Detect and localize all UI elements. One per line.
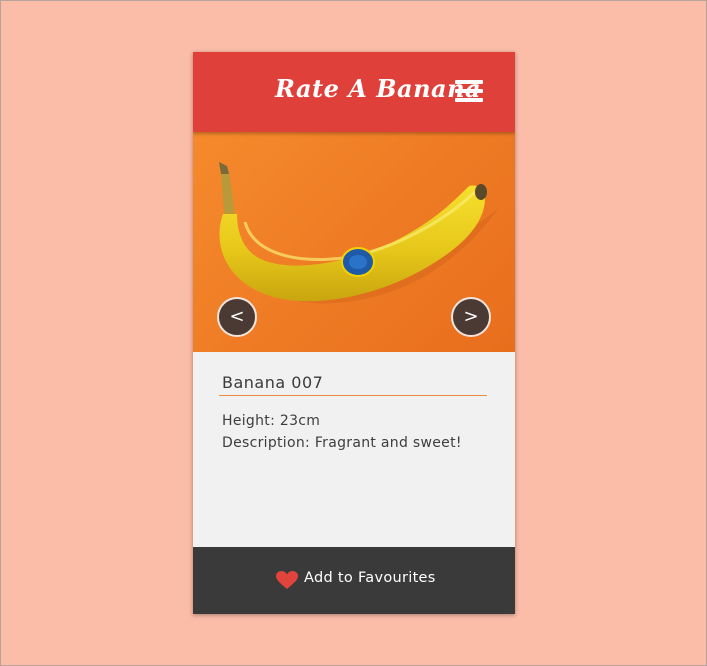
- height-value: 23cm: [279, 413, 321, 429]
- item-name: Banana 007: [222, 373, 324, 392]
- description-value: Fragrant and sweet!: [314, 435, 462, 451]
- previous-button[interactable]: <: [217, 297, 257, 337]
- favourites-label: Add to Favourites: [304, 570, 436, 586]
- description-label: Description:: [222, 435, 311, 451]
- height-detail: Height: 23cm: [222, 413, 320, 429]
- menu-bar: [455, 98, 483, 102]
- next-button[interactable]: >: [451, 297, 491, 337]
- app-header: Rate A Banana: [193, 52, 515, 132]
- menu-bar: [455, 89, 483, 93]
- app-title: Rate A Banana: [275, 74, 482, 103]
- description-detail: Description: Fragrant and sweet!: [222, 435, 462, 451]
- banana-photo: < >: [193, 132, 515, 352]
- title-divider: [219, 395, 487, 396]
- hamburger-menu-icon[interactable]: [455, 80, 483, 104]
- menu-bar: [455, 80, 483, 84]
- height-label: Height:: [222, 413, 276, 429]
- phone-screen: Rate A Banana < > Banana 007 Height: 23c…: [193, 52, 515, 614]
- heart-icon: [276, 571, 298, 589]
- add-to-favourites-button[interactable]: Add to Favourites: [193, 547, 515, 614]
